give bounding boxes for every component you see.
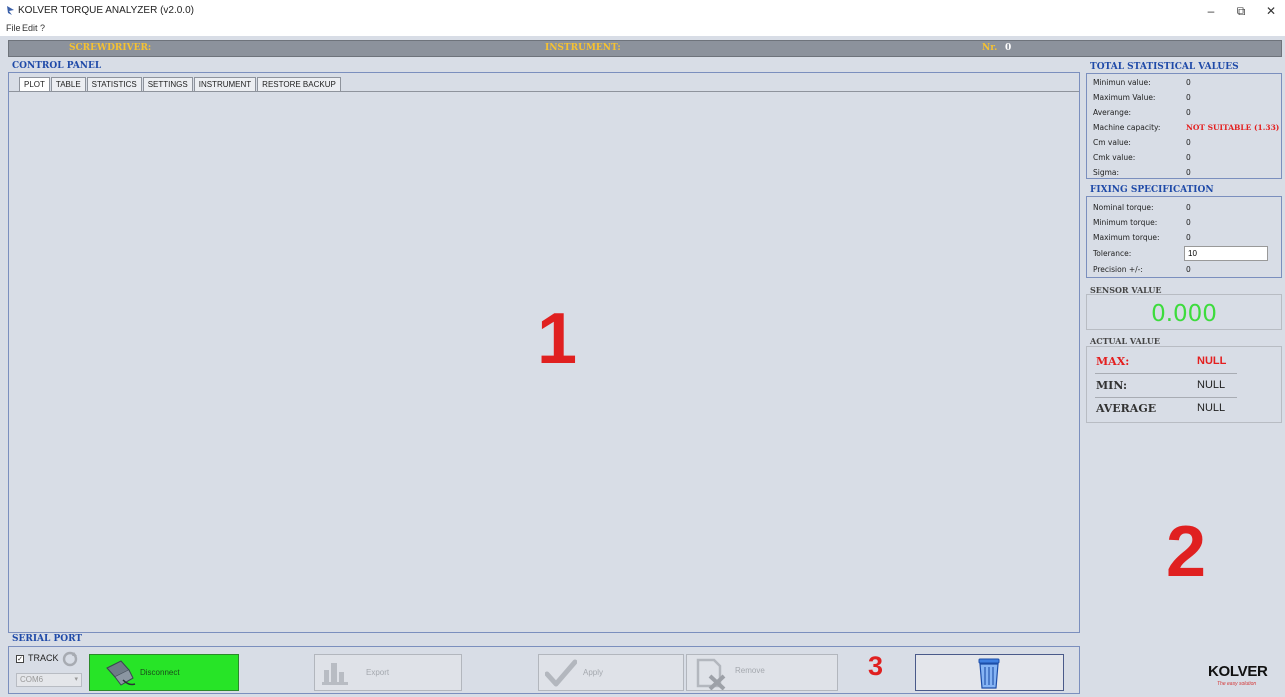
fixing-spec-label: FIXING SPECIFICATION [1090,185,1214,195]
stat-value-min: 0 [1186,78,1191,87]
sensor-value: 0.000 [1151,301,1217,327]
annotation-three: 3 [868,651,884,681]
fixing-spec-panel: Nominal torque: 0 Minimum torque: 0 Maxi… [1086,196,1282,278]
spec-label-min-torque: Minimum torque: [1093,218,1158,227]
tab-statistics[interactable]: STATISTICS [86,77,142,92]
stat-value-max: 0 [1186,93,1191,102]
actual-max-value: NULL [1197,355,1227,367]
tab-table[interactable]: TABLE [50,77,86,92]
actual-label: ACTUAL VALUE [1090,336,1160,346]
export-button[interactable]: Export [314,654,462,691]
remove-button[interactable]: Remove [686,654,838,691]
menu-edit[interactable]: Edit [22,23,38,33]
com-port-value: COM6 [20,675,44,684]
serial-port-panel: ✓ TRACK COM6 ▾ Disconnect Export Apply R… [8,646,1080,694]
tab-divider [9,91,1079,92]
tab-instrument[interactable]: INSTRUMENT [193,77,257,92]
stat-label-sigma: Sigma: [1093,168,1120,177]
restore-button[interactable]: ⧉ [1226,0,1256,22]
menu-file[interactable]: File [6,23,21,33]
menu-bar: File Edit ? [0,22,1285,36]
total-stats-panel: Minimun value: 0 Maximum Value: 0 Averan… [1086,73,1282,179]
actual-min-value: NULL [1197,379,1226,391]
actual-max-label: MAX: [1096,355,1130,368]
info-bar: SCREWDRIVER: INSTRUMENT: Nr. 0 [8,40,1282,57]
track-label: TRACK [28,653,59,663]
tab-strip: PLOT TABLE STATISTICS SETTINGS INSTRUMEN… [19,77,342,92]
stat-label-cm: Cm value: [1093,138,1131,147]
checkmark-icon [545,659,577,687]
stat-label-machine-capacity: Machine capacity: [1093,123,1161,132]
actual-average-label: AVERAGE [1096,402,1157,415]
stat-value-cm: 0 [1186,138,1191,147]
annotation-two: 2 [1166,512,1207,592]
spec-label-max-torque: Maximum torque: [1093,233,1160,242]
spec-value-max-torque: 0 [1186,233,1191,242]
serial-cable-icon [106,660,136,686]
spec-label-nominal: Nominal torque: [1093,203,1154,212]
window-title: KOLVER TORQUE ANALYZER (v2.0.0) [18,5,194,16]
minimize-button[interactable]: – [1196,0,1226,22]
apply-label: Apply [583,668,604,677]
actual-panel: MAX: NULL MIN: NULL AVERAGE NULL [1086,346,1282,423]
tolerance-input[interactable] [1184,246,1268,261]
stat-value-cmk: 0 [1186,153,1191,162]
stat-label-average: Averange: [1093,108,1132,117]
disconnect-label: Disconnect [140,668,180,677]
control-panel-label: CONTROL PANEL [12,61,102,71]
actual-average-value: NULL [1197,402,1226,414]
disconnect-button[interactable]: Disconnect [89,654,239,691]
spec-value-min-torque: 0 [1186,218,1191,227]
actual-divider [1095,373,1237,374]
spec-label-tolerance: Tolerance: [1093,249,1132,258]
refresh-icon[interactable] [61,651,79,667]
remove-file-icon [696,658,726,690]
stat-label-cmk: Cmk value: [1093,153,1136,162]
sensor-panel: 0.000 [1086,294,1282,330]
app-window: KOLVER TORQUE ANALYZER (v2.0.0) – ⧉ ✕ Fi… [0,0,1285,697]
tab-plot[interactable]: PLOT [19,77,50,92]
actual-min-label: MIN: [1096,379,1128,392]
stat-value-average: 0 [1186,108,1191,117]
title-bar: KOLVER TORQUE ANALYZER (v2.0.0) – ⧉ ✕ [0,0,1285,22]
stat-value-machine-capacity: NOT SUITABLE (1.33) [1186,123,1280,132]
nr-label: Nr. [982,43,998,53]
trash-icon [978,658,1000,689]
total-stats-label: TOTAL STATISTICAL VALUES [1090,62,1239,72]
kolver-logo: KOLVER [1208,663,1268,680]
app-icon [7,6,14,15]
remove-label: Remove [735,666,765,675]
tab-restore-backup[interactable]: RESTORE BACKUP [257,77,341,92]
com-port-select[interactable]: COM6 ▾ [16,673,82,687]
screwdriver-label: SCREWDRIVER: [69,43,152,53]
app-body: SCREWDRIVER: INSTRUMENT: Nr. 0 CONTROL P… [0,36,1285,697]
track-checkbox[interactable]: ✓ [16,655,24,663]
kolver-tagline: The easy solution [1217,681,1257,687]
menu-help[interactable]: ? [40,23,45,33]
chevron-down-icon: ▾ [74,676,78,683]
spec-value-nominal: 0 [1186,203,1191,212]
control-panel: PLOT TABLE STATISTICS SETTINGS INSTRUMEN… [8,72,1080,633]
spec-value-precision: 0 [1186,265,1191,274]
serial-port-label: SERIAL PORT [12,634,83,644]
export-chart-icon [322,663,348,685]
apply-button[interactable]: Apply [538,654,684,691]
spec-label-precision: Precision +/-: [1093,265,1143,274]
annotation-one: 1 [537,299,578,379]
stat-label-min: Minimun value: [1093,78,1151,87]
instrument-label: INSTRUMENT: [545,43,621,53]
nr-value: 0 [1005,43,1012,53]
export-label: Export [366,668,390,677]
clear-data-button[interactable] [915,654,1064,691]
close-button[interactable]: ✕ [1256,0,1285,22]
actual-divider [1095,397,1237,398]
tab-settings[interactable]: SETTINGS [142,77,193,92]
stat-label-max: Maximum Value: [1093,93,1156,102]
stat-value-sigma: 0 [1186,168,1191,177]
